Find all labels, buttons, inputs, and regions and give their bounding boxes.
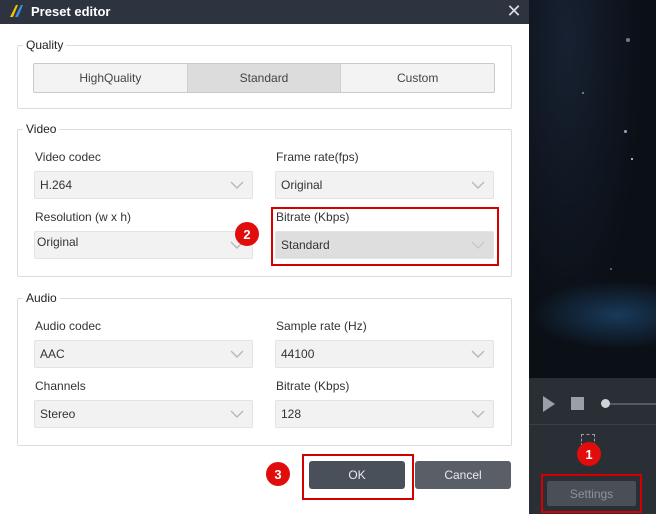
cancel-button[interactable]: Cancel xyxy=(415,461,511,489)
chevron-down-icon xyxy=(230,410,244,418)
channels-select[interactable]: Stereo xyxy=(34,400,253,428)
ok-button[interactable]: OK xyxy=(309,461,405,489)
video-bitrate-label: Bitrate (Kbps) xyxy=(276,210,350,224)
resolution-select[interactable]: Original xyxy=(34,231,253,259)
play-icon[interactable] xyxy=(543,396,555,412)
audio-codec-select[interactable]: AAC xyxy=(34,340,253,368)
quality-segmented-control: HighQuality Standard Custom xyxy=(33,63,495,93)
video-bitrate-select[interactable]: Standard xyxy=(275,231,494,259)
channels-label: Channels xyxy=(35,379,86,393)
video-preview xyxy=(529,0,656,378)
audio-codec-value: AAC xyxy=(40,347,65,361)
video-bitrate-value: Standard xyxy=(281,238,330,252)
step-badge-3: 3 xyxy=(266,462,290,486)
sample-rate-value: 44100 xyxy=(281,347,315,361)
resolution-label: Resolution (w x h) xyxy=(35,210,132,224)
sample-rate-label: Sample rate (Hz) xyxy=(276,319,367,333)
close-icon[interactable]: ✕ xyxy=(504,1,524,21)
dialog-title: Preset editor xyxy=(31,4,111,19)
app-logo-icon xyxy=(8,3,24,19)
channels-value: Stereo xyxy=(40,407,76,421)
title-bar: Preset editor ✕ xyxy=(0,0,529,24)
frame-rate-value: Original xyxy=(281,178,323,192)
preset-editor-dialog: Preset editor ✕ Quality HighQuality Stan… xyxy=(0,0,529,514)
quality-legend: Quality xyxy=(23,38,67,52)
audio-bitrate-label: Bitrate (Kbps) xyxy=(276,379,350,393)
video-legend: Video xyxy=(23,122,60,136)
frame-rate-select[interactable]: Original xyxy=(275,171,494,199)
audio-bitrate-value: 128 xyxy=(281,407,302,421)
seek-handle[interactable] xyxy=(601,399,610,408)
chevron-down-icon xyxy=(471,181,485,189)
quality-option-highquality[interactable]: HighQuality xyxy=(34,64,188,92)
chevron-down-icon xyxy=(230,181,244,189)
sample-rate-select[interactable]: 44100 xyxy=(275,340,494,368)
video-codec-select[interactable]: H.264 xyxy=(34,171,253,199)
audio-legend: Audio xyxy=(23,291,60,305)
divider xyxy=(529,424,656,425)
chevron-down-icon xyxy=(230,350,244,358)
quality-option-standard[interactable]: Standard xyxy=(187,64,342,92)
step-badge-1: 1 xyxy=(577,442,601,466)
settings-highlight xyxy=(541,474,642,513)
video-codec-value: H.264 xyxy=(40,178,73,192)
audio-codec-label: Audio codec xyxy=(35,319,102,333)
step-badge-2: 2 xyxy=(235,222,259,246)
quality-option-custom[interactable]: Custom xyxy=(341,64,494,92)
chevron-down-icon xyxy=(471,350,485,358)
video-codec-label: Video codec xyxy=(35,150,101,164)
audio-bitrate-select[interactable]: 128 xyxy=(275,400,494,428)
resolution-value: Original xyxy=(37,235,79,249)
chevron-down-icon xyxy=(471,241,485,249)
frame-rate-label: Frame rate(fps) xyxy=(276,150,359,164)
stop-icon[interactable] xyxy=(571,397,584,410)
chevron-down-icon xyxy=(471,410,485,418)
